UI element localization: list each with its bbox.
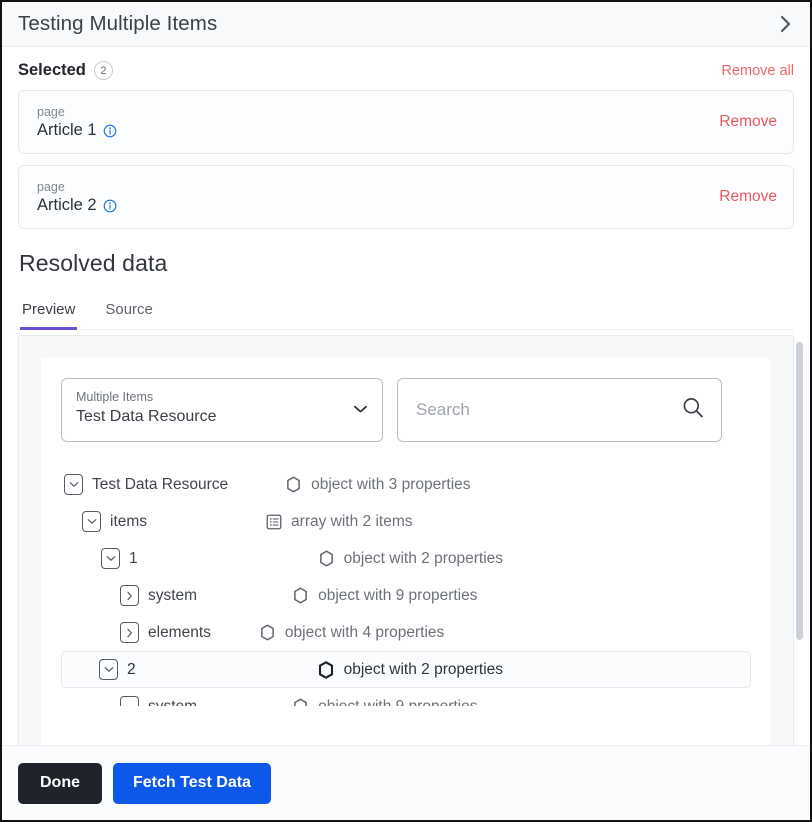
remove-button[interactable]: Remove — [719, 113, 777, 131]
chevron-down-icon[interactable] — [99, 659, 118, 680]
tree-node-type: object with 9 properties — [292, 698, 477, 707]
tree-node-key: system — [148, 587, 197, 605]
info-circle-icon[interactable] — [103, 124, 117, 138]
scrollbar-track[interactable] — [794, 47, 806, 745]
preview-controls: Multiple Items Test Data Resource — [61, 378, 751, 442]
tree-node-type-text: object with 9 properties — [318, 698, 477, 707]
tab-source[interactable]: Source — [103, 301, 155, 330]
selected-count-badge: 2 — [94, 61, 113, 80]
tree-node-type-text: array with 2 items — [291, 513, 412, 531]
tree-node-type-text: object with 2 properties — [344, 661, 503, 679]
table-row[interactable]: elements object with 4 properties — [61, 614, 751, 651]
resolved-data-tree: Test Data Resource object with 3 propert… — [61, 466, 751, 706]
chevron-down-icon[interactable] — [82, 511, 101, 532]
chevron-right-icon[interactable] — [774, 13, 796, 35]
fetch-test-data-button[interactable]: Fetch Test Data — [113, 763, 271, 804]
dialog-body: Selected 2 Remove all page Article 1 — [2, 47, 810, 745]
chevron-right-icon[interactable] — [120, 585, 139, 606]
list-item[interactable]: page Article 1 Remove — [18, 90, 794, 154]
selected-header: Selected 2 Remove all — [18, 47, 794, 90]
table-row-partial: system object with 9 properties — [61, 688, 751, 706]
chevron-right-icon[interactable] — [120, 696, 139, 706]
tree-node-type: object with 2 properties — [318, 661, 503, 679]
remove-button[interactable]: Remove — [719, 188, 777, 206]
tree-node-key: elements — [148, 624, 211, 642]
dialog-header: Testing Multiple Items — [2, 2, 810, 47]
chevron-down-icon — [353, 401, 368, 419]
search-icon[interactable] — [681, 396, 705, 425]
tab-preview[interactable]: Preview — [20, 301, 77, 330]
item-title-row: Article 1 — [37, 121, 117, 140]
done-button[interactable]: Done — [18, 763, 102, 804]
resolved-data-title: Resolved data — [19, 250, 794, 277]
table-row[interactable]: system object with 9 properties — [61, 577, 751, 614]
tree-node-type: object with 4 properties — [259, 624, 444, 642]
tree-node-type-text: object with 3 properties — [311, 476, 470, 494]
tree-node-type-text: object with 2 properties — [344, 550, 503, 568]
item-meta: page Article 1 — [37, 104, 117, 140]
info-circle-icon[interactable] — [103, 199, 117, 213]
tree-node-key: Test Data Resource — [92, 476, 228, 494]
item-title-row: Article 2 — [37, 196, 117, 215]
selected-label: Selected — [18, 61, 86, 80]
hexagon-object-icon — [259, 624, 276, 641]
tree-node-key: 1 — [129, 550, 138, 568]
search-input[interactable] — [414, 399, 669, 421]
item-title: Article 2 — [37, 196, 97, 215]
preview-card: Multiple Items Test Data Resource — [41, 358, 771, 745]
tree-node-type: array with 2 items — [265, 513, 412, 531]
item-kind: page — [37, 104, 117, 120]
resource-select[interactable]: Multiple Items Test Data Resource — [61, 378, 383, 442]
preview-panel: Multiple Items Test Data Resource — [18, 335, 794, 745]
tree-node-key: 2 — [127, 661, 136, 679]
resource-select-caption: Multiple Items — [76, 389, 348, 405]
item-meta: page Article 2 — [37, 179, 117, 215]
hexagon-object-icon — [318, 661, 335, 678]
list-array-icon — [265, 513, 282, 530]
table-row[interactable]: system object with 9 properties — [61, 688, 751, 706]
table-row[interactable]: Test Data Resource object with 3 propert… — [61, 466, 751, 503]
item-kind: page — [37, 179, 117, 195]
hexagon-object-icon — [318, 550, 335, 567]
chevron-right-icon[interactable] — [120, 622, 139, 643]
tree-node-type-text: object with 9 properties — [318, 587, 477, 605]
table-row[interactable]: 1 object with 2 properties — [61, 540, 751, 577]
list-item[interactable]: page Article 2 Remove — [18, 165, 794, 229]
hexagon-object-icon — [285, 476, 302, 493]
remove-all-button[interactable]: Remove all — [721, 63, 794, 79]
tree-node-type: object with 9 properties — [292, 587, 477, 605]
page-title: Testing Multiple Items — [18, 12, 774, 36]
chevron-down-icon[interactable] — [101, 548, 120, 569]
chevron-down-icon[interactable] — [64, 474, 83, 495]
dialog-window: Testing Multiple Items Selected 2 Remove… — [0, 0, 812, 822]
tree-node-key: items — [110, 513, 147, 531]
scrollbar-thumb[interactable] — [796, 342, 803, 640]
resolved-tabs: Preview Source — [18, 301, 794, 330]
hexagon-object-icon — [292, 698, 309, 706]
tree-node-type-text: object with 4 properties — [285, 624, 444, 642]
tree-node-type: object with 2 properties — [318, 550, 503, 568]
table-row[interactable]: 2 object with 2 properties — [61, 651, 751, 688]
item-title: Article 1 — [37, 121, 97, 140]
resource-select-value: Test Data Resource — [76, 406, 348, 427]
dialog-footer: Done Fetch Test Data — [2, 745, 810, 820]
tree-node-type: object with 3 properties — [285, 476, 470, 494]
table-row[interactable]: items array wi — [61, 503, 751, 540]
search-box[interactable] — [397, 378, 722, 442]
tree-node-key: system — [148, 698, 197, 707]
hexagon-object-icon — [292, 587, 309, 604]
